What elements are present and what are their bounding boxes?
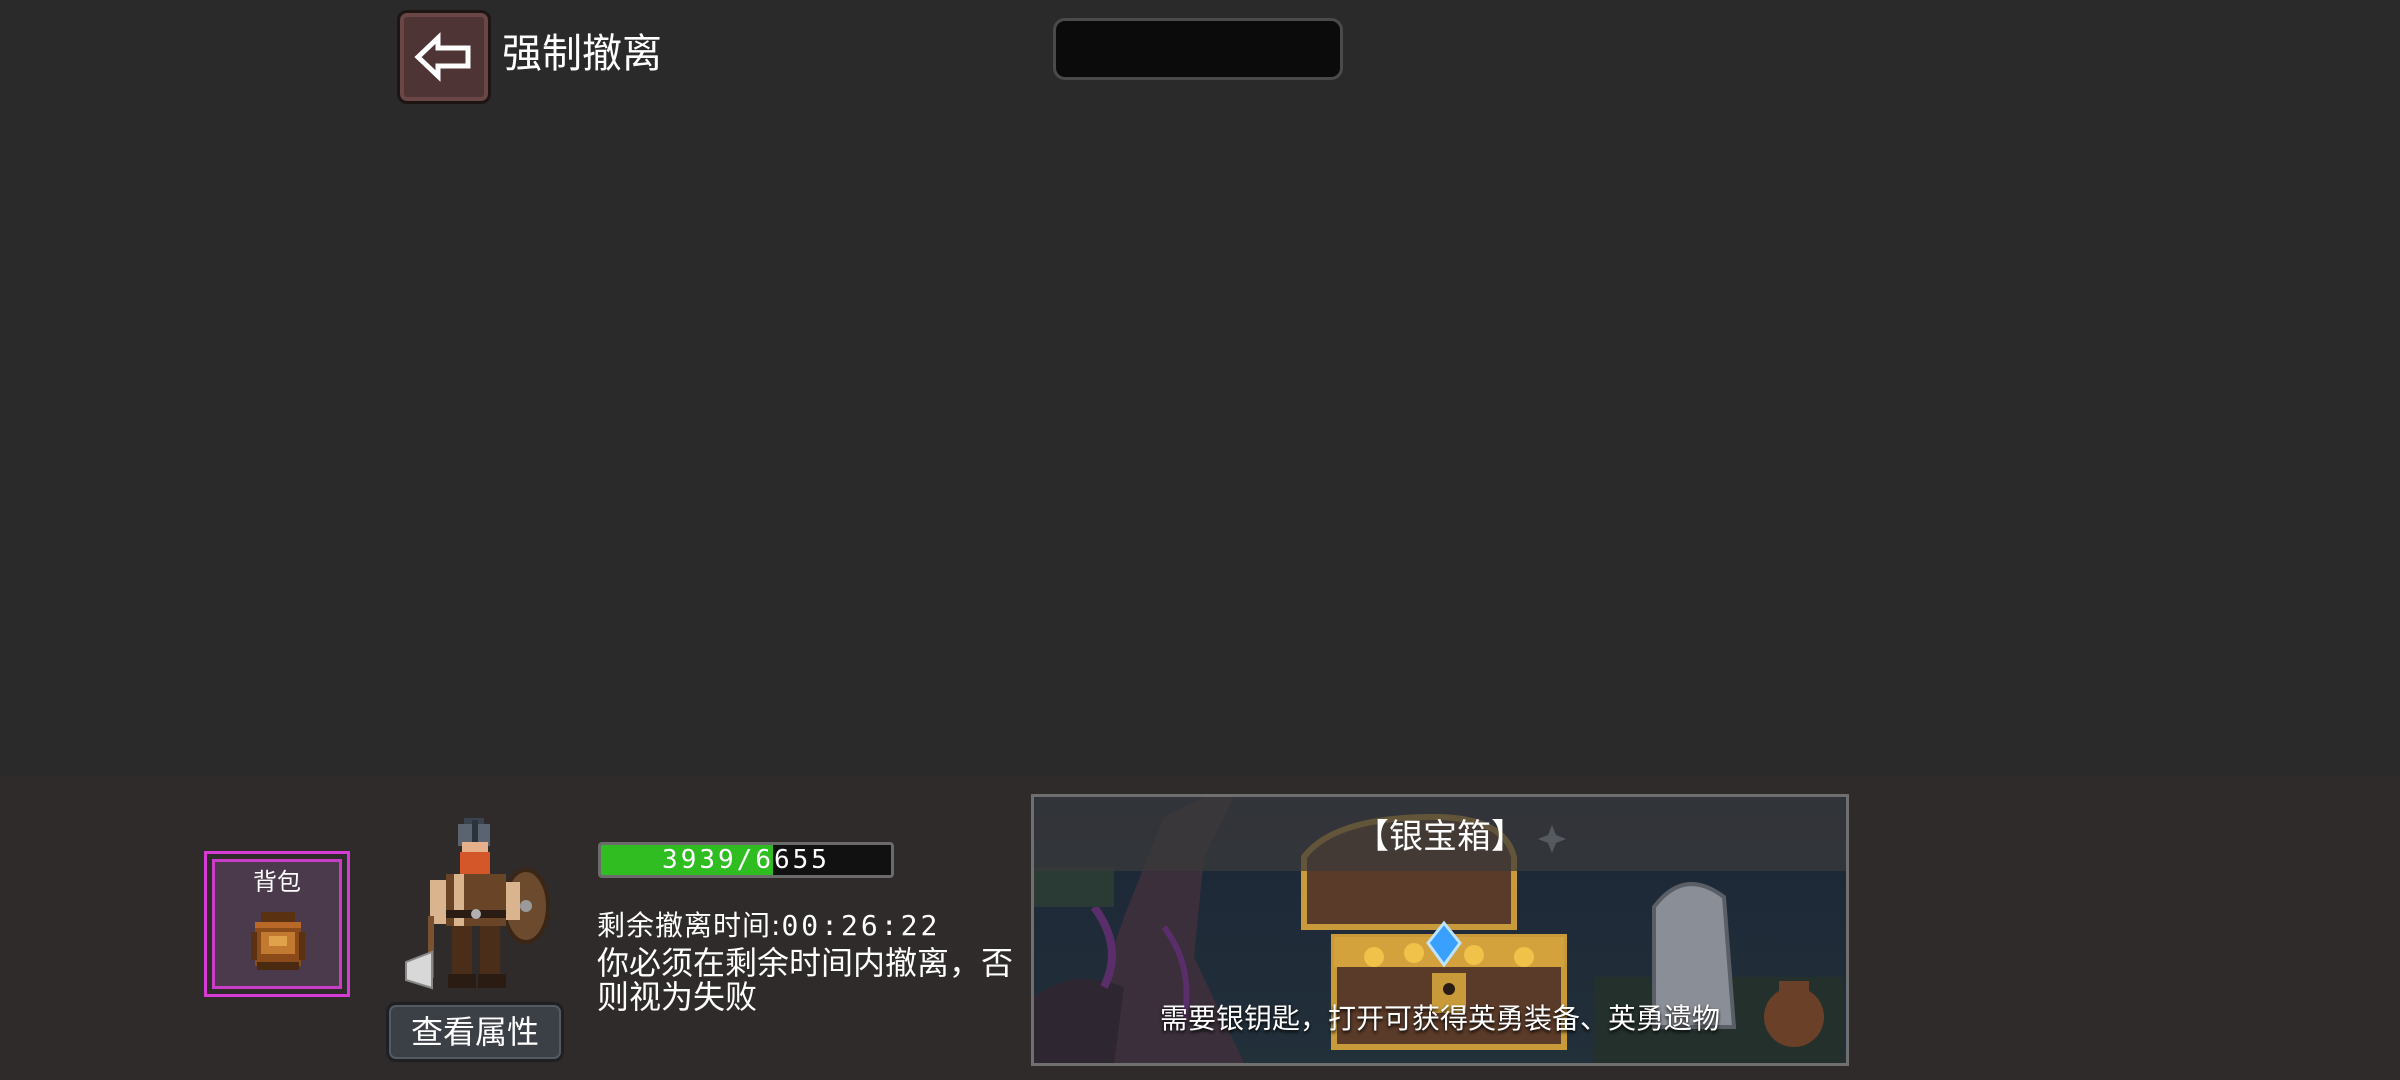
evacuation-warning: 你必须在剩余时间内撤离，否则视为失败 — [597, 944, 1014, 1016]
backpack-icon — [251, 912, 305, 970]
hp-text: 3939/6655 — [662, 845, 830, 875]
timer-label: 剩余撤离时间: — [597, 909, 782, 942]
chest-title: 【银宝箱】 — [1355, 817, 1525, 857]
evacuation-timer: 剩余撤离时间:00:26:22 — [597, 904, 940, 944]
game-screen: 强制撤离 背包 查看属性 3939/6655 剩余撤离时间:00:26:22 你… — [0, 0, 2400, 1080]
silver-chest-card[interactable]: 【银宝箱】 需要银钥匙，打开可获得英勇装备、英勇遗物 — [1031, 794, 1849, 1066]
top-status-slot — [1053, 18, 1343, 80]
force-evacuate-button[interactable] — [397, 10, 491, 104]
chest-description: 需要银钥匙，打开可获得英勇装备、英勇遗物 — [1159, 1002, 1720, 1035]
view-stats-button[interactable]: 查看属性 — [386, 1002, 564, 1062]
timer-value: 00:26:22 — [781, 909, 941, 942]
backpack-label: 背包 — [253, 868, 301, 896]
hp-bar: 3939/6655 — [598, 842, 894, 878]
hero-sprite — [405, 818, 550, 990]
force-evacuate-label: 强制撤离 — [502, 31, 662, 77]
left-arrow-icon — [414, 32, 471, 82]
backpack-button[interactable]: 背包 — [204, 851, 350, 997]
